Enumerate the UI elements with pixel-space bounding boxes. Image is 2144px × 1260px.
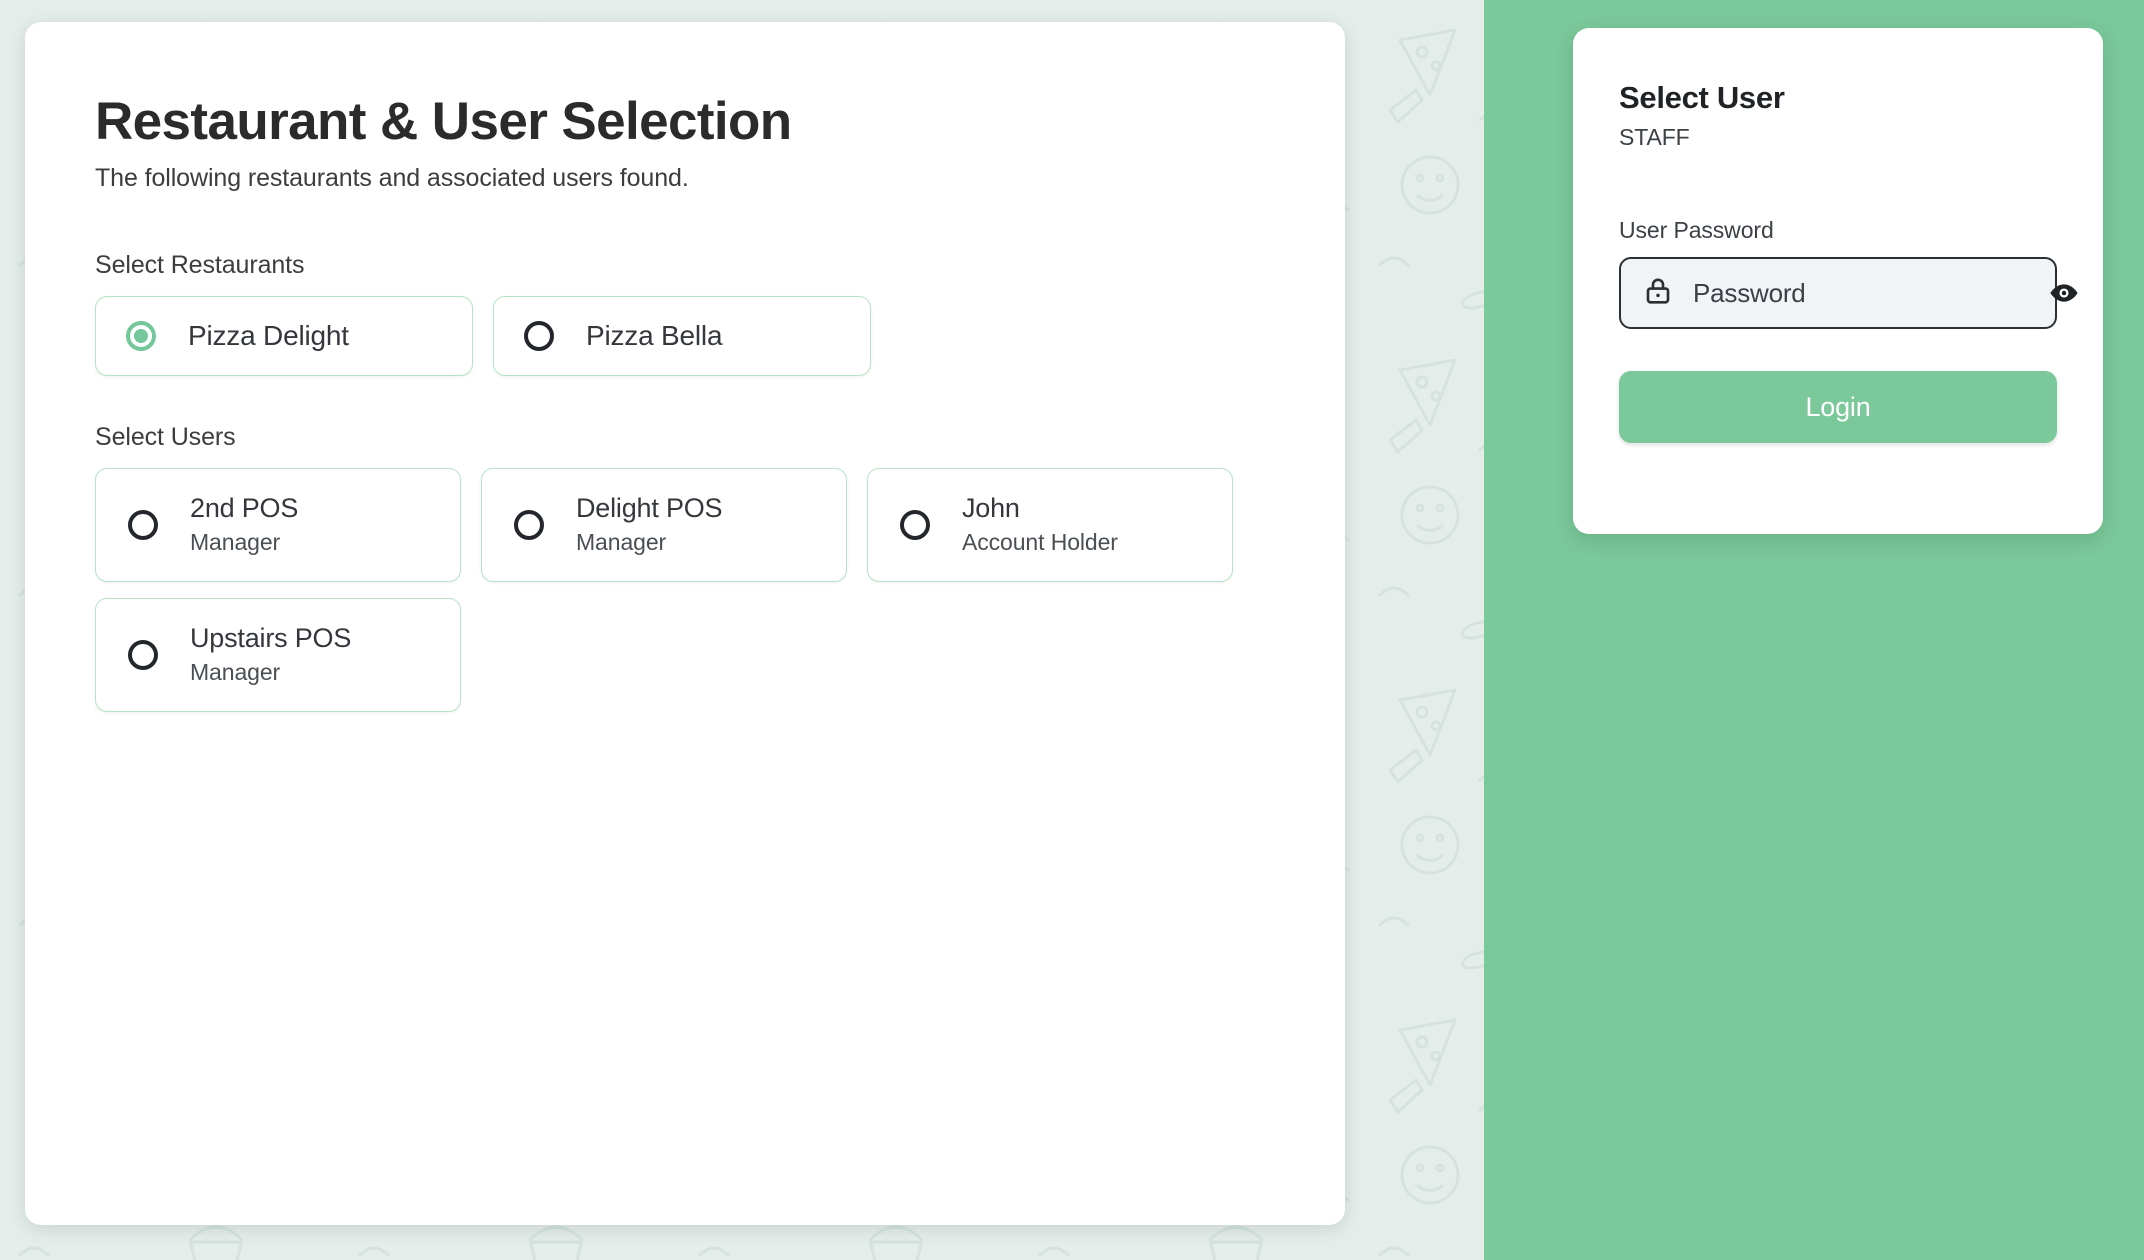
user-option-texts: Delight POS Manager bbox=[576, 493, 723, 556]
radio-unselected-icon[interactable] bbox=[514, 509, 544, 540]
user-option-name: Delight POS bbox=[576, 493, 723, 524]
user-option-role: Manager bbox=[190, 529, 281, 556]
password-field-wrapper[interactable] bbox=[1619, 257, 2078, 329]
login-card-title: Select User bbox=[1619, 80, 1785, 115]
radio-unselected-icon[interactable] bbox=[524, 320, 554, 351]
login-card-subtitle: STAFF bbox=[1619, 124, 1690, 150]
user-option-name: 2nd POS bbox=[190, 493, 299, 524]
page-subtitle: The following restaurants and associated… bbox=[95, 163, 689, 192]
user-option-role: Account Holder bbox=[962, 529, 1118, 556]
restaurant-option-label: Pizza Bella bbox=[586, 319, 723, 351]
user-option-role: Manager bbox=[576, 529, 667, 556]
user-options-row-2: Upstairs POS Manager bbox=[95, 597, 1345, 712]
user-option-texts: John Account Holder bbox=[962, 493, 1118, 556]
login-card: Select User STAFF User Password Login bbox=[1573, 28, 2103, 534]
password-input[interactable] bbox=[1693, 277, 2028, 309]
user-option-name: John bbox=[962, 493, 1020, 524]
main-content-card: Restaurant & User Selection The followin… bbox=[25, 22, 1345, 1225]
radio-unselected-icon[interactable] bbox=[128, 509, 158, 540]
select-restaurants-label: Select Restaurants bbox=[95, 250, 305, 279]
user-option-2nd-pos[interactable]: 2nd POS Manager bbox=[95, 467, 461, 582]
select-users-label: Select Users bbox=[95, 422, 236, 451]
restaurants-section: Select Restaurants Pizza Delight Pizza B… bbox=[95, 251, 1345, 376]
user-option-texts: 2nd POS Manager bbox=[190, 493, 298, 556]
user-option-role: Manager bbox=[190, 659, 281, 686]
user-options-row-1: 2nd POS Manager Delight POS Manager John… bbox=[95, 467, 1345, 582]
restaurant-option-label: Pizza Delight bbox=[188, 319, 349, 351]
user-option-texts: Upstairs POS Manager bbox=[190, 623, 351, 686]
lock-icon bbox=[1643, 276, 1673, 311]
user-password-label: User Password bbox=[1619, 217, 1774, 243]
restaurant-options-row: Pizza Delight Pizza Bella bbox=[95, 295, 1345, 376]
login-button[interactable]: Login bbox=[1619, 371, 2057, 443]
users-section: Select Users 2nd POS Manager Delight POS… bbox=[95, 423, 1345, 712]
user-option-delight-pos[interactable]: Delight POS Manager bbox=[481, 467, 847, 582]
radio-selected-icon[interactable] bbox=[126, 320, 156, 351]
radio-unselected-icon[interactable] bbox=[900, 509, 930, 540]
radio-unselected-icon[interactable] bbox=[128, 639, 158, 670]
user-option-john[interactable]: John Account Holder bbox=[867, 467, 1233, 582]
user-option-name: Upstairs POS bbox=[190, 623, 352, 654]
restaurant-option-pizza-delight[interactable]: Pizza Delight bbox=[95, 295, 473, 376]
eye-icon[interactable] bbox=[2048, 277, 2080, 309]
page-title: Restaurant & User Selection bbox=[95, 92, 792, 151]
restaurant-option-pizza-bella[interactable]: Pizza Bella bbox=[493, 295, 871, 376]
user-option-upstairs-pos[interactable]: Upstairs POS Manager bbox=[95, 597, 461, 712]
